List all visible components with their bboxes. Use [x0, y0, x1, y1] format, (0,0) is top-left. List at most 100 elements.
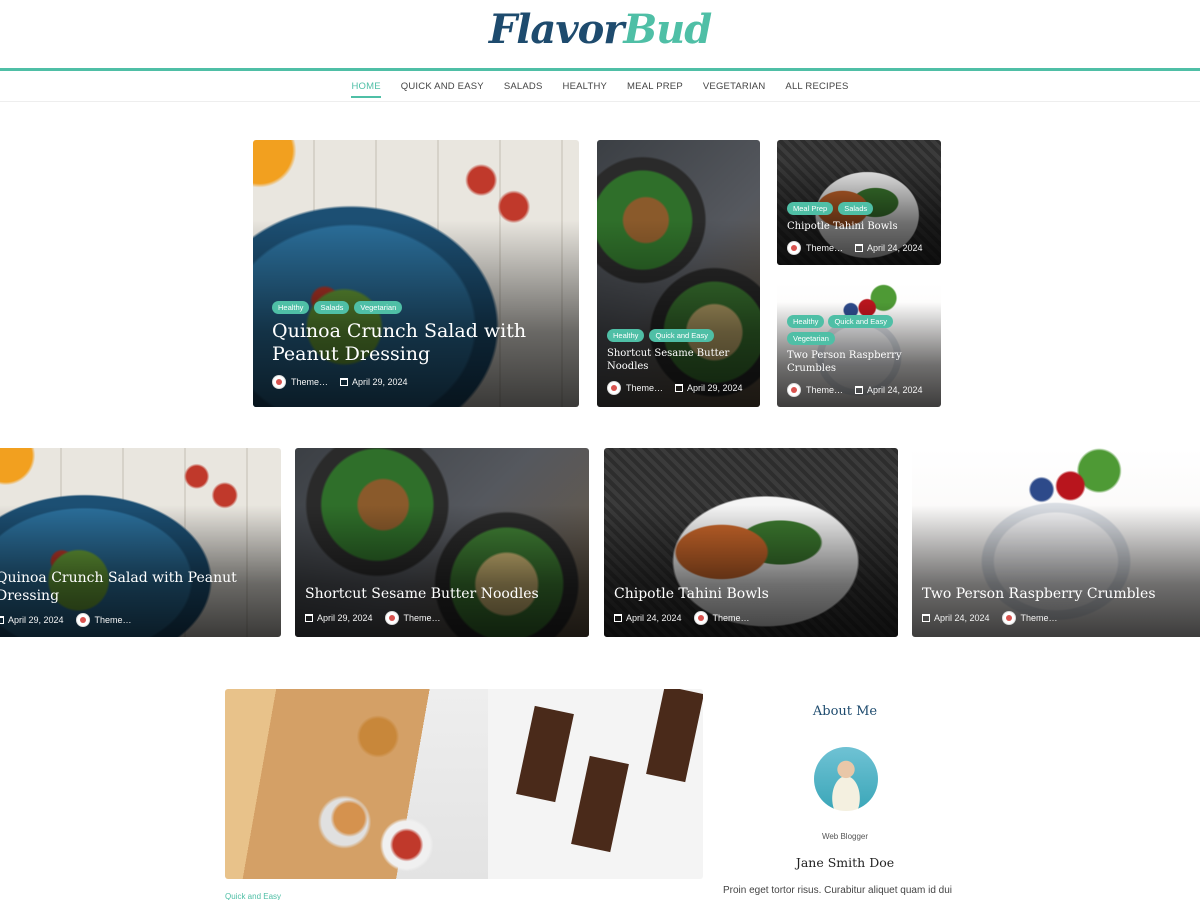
post-author[interactable]: Theme… [272, 375, 328, 389]
tag-meal-prep[interactable]: Meal Prep [787, 201, 834, 215]
slider-card-1-content: Quinoa Crunch Salad with Peanut Dressing… [0, 570, 271, 627]
nav-meal-prep[interactable]: MEAL PREP [617, 81, 693, 92]
slider-card-2-content: Shortcut Sesame Butter Noodles April 29,… [305, 586, 579, 625]
post-meta: April 29, 2024 Theme… [305, 611, 579, 625]
date-text: April 29, 2024 [687, 383, 743, 393]
nav-vegetarian[interactable]: VEGETARIAN [693, 81, 776, 92]
logo-part-flavor: Flavor [488, 6, 625, 53]
post-date: April 24, 2024 [855, 243, 923, 253]
featured-post-middle[interactable]: Healthy Quick and Easy Shortcut Sesame B… [597, 140, 760, 407]
date-text: April 29, 2024 [8, 615, 64, 625]
post-date: April 24, 2024 [614, 613, 682, 623]
author-name: Theme… [626, 383, 664, 393]
featured-post-right-top[interactable]: Meal Prep Salads Chipotle Tahini Bowls T… [777, 140, 941, 265]
tag-salads[interactable]: Salads [838, 201, 874, 215]
post-tags: Healthy Quick and Easy Vegetarian [787, 315, 931, 345]
post-meta: Theme… April 24, 2024 [787, 241, 931, 255]
calendar-icon [855, 386, 864, 394]
featured-post-main[interactable]: Healthy Salads Vegetarian Quinoa Crunch … [253, 140, 579, 407]
tag-quick-and-easy[interactable]: Quick and Easy [828, 315, 893, 328]
post-tags: Healthy Salads Vegetarian [272, 300, 569, 314]
tag-vegetarian[interactable]: Vegetarian [787, 332, 835, 345]
post-title[interactable]: Chipotle Tahini Bowls [614, 586, 888, 604]
calendar-icon [0, 616, 4, 624]
post-title[interactable]: Chipotle Tahini Bowls [787, 221, 931, 234]
post-author[interactable]: Theme… [693, 611, 750, 625]
post-author[interactable]: Theme… [787, 241, 843, 255]
brownie-shape [571, 755, 629, 853]
about-role: Web Blogger [821, 832, 869, 841]
author-name: Theme… [403, 613, 441, 623]
post-author[interactable]: Theme… [607, 381, 663, 395]
featured-post-middle-content: Healthy Quick and Easy Shortcut Sesame B… [607, 329, 750, 395]
brownie-shape [646, 689, 703, 783]
post-date: April 24, 2024 [922, 613, 990, 623]
post-title[interactable]: Quinoa Crunch Salad with Peanut Dressing [272, 320, 569, 368]
post-title[interactable]: Two Person Raspberry Crumbles [922, 586, 1190, 604]
author-name: Theme… [1020, 613, 1058, 623]
calendar-icon [855, 244, 864, 252]
author-avatar [787, 383, 801, 397]
about-avatar [814, 747, 878, 811]
featured-post-main-content: Healthy Salads Vegetarian Quinoa Crunch … [272, 300, 569, 389]
post-meta: April 24, 2024 Theme… [922, 611, 1190, 625]
tag-healthy[interactable]: Healthy [272, 300, 310, 314]
nav-healthy[interactable]: HEALTHY [553, 81, 618, 92]
tag-salads[interactable]: Salads [314, 300, 350, 314]
calendar-icon [340, 378, 349, 386]
featured-post-right-bottom[interactable]: Healthy Quick and Easy Vegetarian Two Pe… [777, 283, 941, 407]
post-author[interactable]: Theme… [1001, 611, 1058, 625]
post-date: April 24, 2024 [855, 385, 923, 395]
nav-salads[interactable]: SALADS [494, 81, 553, 92]
latest-post-image[interactable] [225, 689, 703, 879]
calendar-icon [614, 614, 622, 622]
author-avatar [384, 611, 399, 625]
tag-healthy[interactable]: Healthy [607, 329, 645, 342]
author-avatar [607, 381, 621, 395]
post-meta: Theme… April 24, 2024 [787, 383, 931, 397]
author-name: Theme… [291, 377, 329, 387]
calendar-icon [305, 614, 313, 622]
slider-card-1[interactable]: Quinoa Crunch Salad with Peanut Dressing… [0, 448, 281, 637]
nav-home[interactable]: HOME [341, 81, 390, 98]
post-category[interactable]: Quick and Easy [225, 892, 281, 900]
post-meta: April 29, 2024 Theme… [0, 613, 271, 627]
slider-card-4-content: Two Person Raspberry Crumbles April 24, … [922, 586, 1190, 625]
post-title[interactable]: Two Person Raspberry Crumbles [787, 350, 931, 375]
date-text: April 29, 2024 [352, 377, 408, 387]
brownie-shape [516, 705, 574, 803]
date-text: April 24, 2024 [867, 243, 923, 253]
author-avatar [1001, 611, 1016, 625]
author-avatar [787, 241, 801, 255]
post-date: April 29, 2024 [340, 377, 408, 387]
author-name: Theme… [712, 613, 750, 623]
post-tags: Healthy Quick and Easy [607, 329, 750, 342]
post-title[interactable]: Shortcut Sesame Butter Noodles [305, 586, 579, 604]
post-title[interactable]: Shortcut Sesame Butter Noodles [607, 348, 750, 373]
main-navigation: HOME QUICK AND EASY SALADS HEALTHY MEAL … [0, 71, 1200, 102]
slider-card-2[interactable]: Shortcut Sesame Butter Noodles April 29,… [295, 448, 589, 637]
site-header: FlavorBud [0, 0, 1200, 71]
tag-quick-and-easy[interactable]: Quick and Easy [649, 329, 714, 342]
date-text: April 24, 2024 [867, 385, 923, 395]
nav-quick-and-easy[interactable]: QUICK AND EASY [391, 81, 494, 92]
author-avatar [272, 375, 286, 389]
post-meta: Theme… April 29, 2024 [272, 375, 569, 389]
author-avatar [693, 611, 708, 625]
post-author[interactable]: Theme… [75, 613, 132, 627]
tag-healthy[interactable]: Healthy [787, 315, 825, 328]
post-title[interactable]: Quinoa Crunch Salad with Peanut Dressing [0, 570, 271, 605]
post-author[interactable]: Theme… [787, 383, 843, 397]
post-tags: Meal Prep Salads [787, 201, 931, 215]
calendar-icon [675, 384, 684, 392]
slider-card-4[interactable]: Two Person Raspberry Crumbles April 24, … [912, 448, 1200, 637]
nav-all-recipes[interactable]: ALL RECIPES [775, 81, 858, 92]
post-date: April 29, 2024 [0, 615, 64, 625]
slider-card-3[interactable]: Chipotle Tahini Bowls April 24, 2024 The… [604, 448, 898, 637]
post-date: April 29, 2024 [675, 383, 743, 393]
site-logo[interactable]: FlavorBud [0, 6, 1200, 53]
tag-vegetarian[interactable]: Vegetarian [354, 300, 403, 314]
post-author[interactable]: Theme… [384, 611, 441, 625]
date-text: April 29, 2024 [317, 613, 373, 623]
about-text: Proin eget tortor risus. Curabitur aliqu… [723, 885, 953, 896]
